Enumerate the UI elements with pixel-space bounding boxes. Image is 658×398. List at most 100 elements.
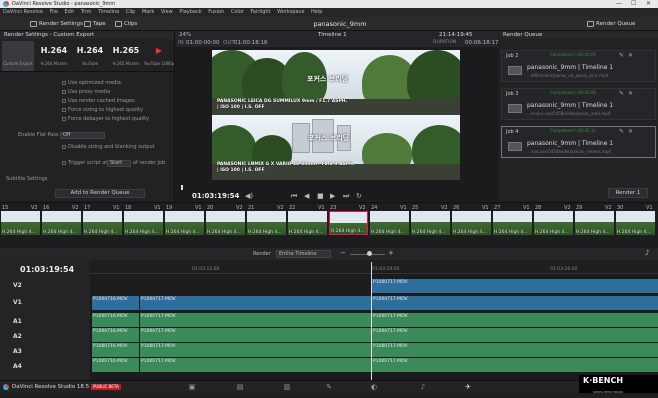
flat-pass-dropdown[interactable]: Off — [60, 132, 105, 139]
track-label-a3[interactable]: A3 — [13, 348, 22, 355]
audio-meter-icon[interactable]: ♪ — [645, 249, 649, 257]
render-job[interactable]: Job 3 Completed in 00:02:06 ✎ ✕ panasoni… — [501, 88, 656, 120]
timeline-ruler[interactable]: 01:03:12:00 01:03:19:00 01:03:26:00 — [90, 262, 658, 274]
clips-button[interactable]: Clips — [115, 19, 137, 29]
audio-clip[interactable]: P1000717.MOV — [371, 328, 658, 342]
preset-h265-master[interactable]: H.265 H.265 Master — [110, 41, 142, 71]
render-all-button[interactable]: Render 1 — [608, 188, 648, 198]
edit-job-icon[interactable]: ✎ — [619, 52, 624, 59]
render-job[interactable]: Job 4 Completed in 00:02:11 ✎ ✕ panasoni… — [501, 126, 656, 158]
preset-youtube-h264[interactable]: H.264 YouTube — [74, 41, 106, 71]
minimize-button[interactable]: — — [616, 0, 622, 8]
clip-thumbnail[interactable]: H.264 High 4... — [206, 211, 245, 235]
clip-thumbnail[interactable]: H.264 High 4... — [493, 211, 532, 235]
cut-page-icon[interactable]: ▤ — [233, 383, 247, 391]
clip-thumbnail[interactable]: H.264 High 4... — [247, 211, 286, 235]
color-page-icon[interactable]: ◐ — [367, 383, 381, 391]
menu-trim[interactable]: Trim — [81, 9, 92, 15]
menu-fairlight[interactable]: Fairlight — [250, 9, 270, 15]
track-label-a2[interactable]: A2 — [13, 333, 22, 340]
menu-color[interactable]: Color — [231, 9, 244, 15]
track-label-a4[interactable]: A4 — [13, 363, 22, 370]
close-window-button[interactable]: ✕ — [646, 0, 651, 8]
zoom-level[interactable]: 24% — [179, 32, 191, 38]
play-reverse-icon[interactable]: ◀ — [304, 192, 309, 200]
loop-icon[interactable]: ↻ — [356, 192, 362, 200]
tape-button[interactable]: Tape — [84, 19, 106, 29]
timeline-name[interactable]: Timeline 1 — [318, 32, 347, 38]
audio-clip[interactable]: P1000716.MOV — [91, 358, 139, 372]
media-page-icon[interactable]: ▣ — [185, 383, 199, 391]
remove-job-icon[interactable]: ✕ — [628, 52, 633, 59]
scrubber-handle[interactable] — [181, 185, 183, 190]
out-timecode[interactable]: 01:00:18:16 — [234, 40, 268, 46]
zoom-out-icon[interactable]: − — [340, 249, 346, 257]
remove-job-icon[interactable]: ✕ — [628, 90, 633, 97]
menu-view[interactable]: View — [161, 9, 173, 15]
audio-clip[interactable]: P1000717.MOV — [371, 343, 658, 357]
clip-thumbnail[interactable]: H.264 High 4... — [452, 211, 491, 235]
edit-page-icon[interactable]: ▥ — [280, 383, 294, 391]
menu-timeline[interactable]: Timeline — [98, 9, 119, 15]
viewer-image[interactable]: 포커스 브리딩 PANASONIC LEICA DG SUMMILUX 9mm … — [212, 50, 460, 180]
audio-clip[interactable]: P1000716.MOV — [91, 328, 139, 342]
audio-clip[interactable]: P1000716.MOV — [91, 343, 139, 357]
in-timecode[interactable]: 01:00:00:00 — [186, 40, 220, 46]
render-settings-button[interactable]: Render Settings — [30, 19, 83, 29]
subtitle-settings-section[interactable]: Subtitle Settings — [6, 176, 47, 183]
add-to-render-queue-button[interactable]: Add to Render Queue — [55, 189, 145, 198]
remove-job-icon[interactable]: ✕ — [628, 128, 633, 135]
v2-clip[interactable]: P1000717.MOV — [371, 279, 658, 293]
option-force-debayer[interactable]: Force debayer to highest quality — [62, 116, 149, 123]
timeline-timecode[interactable]: 01:03:19:54 — [20, 265, 74, 274]
clip-thumbnail[interactable]: H.264 High 4... — [165, 211, 204, 235]
option-render-cached[interactable]: Use render cached images — [62, 98, 135, 105]
viewer-current-timecode[interactable]: 01:03:19:54 — [192, 192, 239, 200]
preset-youtube[interactable]: ▶ YouTube 1080p — [143, 41, 175, 71]
menu-playback[interactable]: Playback — [179, 9, 201, 15]
menu-file[interactable]: File — [50, 9, 58, 15]
v1-clip[interactable]: P1000717.MOV — [371, 296, 658, 310]
track-label-v2[interactable]: V2 — [13, 282, 22, 289]
preset-h264-master[interactable]: H.264 H.264 Master — [38, 41, 70, 71]
jump-start-icon[interactable]: ⏮ — [291, 192, 297, 201]
v1-clip[interactable]: P1000717.MOV — [139, 296, 371, 310]
trigger-dropdown[interactable]: Start — [107, 160, 131, 167]
audio-volume-icon[interactable]: ◀) — [245, 192, 253, 200]
clip-thumbnail[interactable]: H.264 High 4... — [42, 211, 81, 235]
playhead[interactable] — [371, 262, 372, 380]
track-label-v1[interactable]: V1 — [13, 299, 22, 306]
menu-edit[interactable]: Edit — [65, 9, 75, 15]
audio-clip[interactable]: P1000717.MOV — [139, 328, 371, 342]
menu-fusion[interactable]: Fusion — [208, 9, 224, 15]
audio-clip[interactable]: P1000716.MOV — [91, 313, 139, 327]
v1-clip[interactable]: P1000716.MOV — [91, 296, 139, 310]
audio-clip[interactable]: P1000717.MOV — [139, 358, 371, 372]
clip-thumbnail[interactable]: H.264 High 4... — [329, 211, 368, 235]
audio-clip[interactable]: P1000717.MOV — [139, 313, 371, 327]
audio-clip[interactable]: P1000717.MOV — [371, 358, 658, 372]
render-queue-button[interactable]: Render Queue — [587, 19, 635, 29]
stop-icon[interactable]: ■ — [317, 192, 324, 200]
edit-job-icon[interactable]: ✎ — [619, 90, 624, 97]
audio-clip[interactable]: P1000717.MOV — [371, 313, 658, 327]
fusion-page-icon[interactable]: ✎ — [322, 383, 336, 391]
clip-thumbnail[interactable]: H.264 High 4... — [288, 211, 327, 235]
play-icon[interactable]: ▶ — [330, 192, 335, 200]
zoom-in-icon[interactable]: + — [388, 249, 394, 257]
menu-mark[interactable]: Mark — [142, 9, 154, 15]
zoom-slider-handle[interactable] — [367, 251, 372, 256]
clip-thumbnail[interactable]: H.264 High 4... — [83, 211, 122, 235]
option-optimized-media[interactable]: Use optimized media — [62, 80, 121, 87]
clip-thumbnail[interactable]: H.264 High 4... — [370, 211, 409, 235]
track-label-a1[interactable]: A1 — [13, 318, 22, 325]
fairlight-page-icon[interactable]: ♪ — [416, 383, 430, 391]
clip-thumbnail[interactable]: H.264 High 4... — [124, 211, 163, 235]
menu-workspace[interactable]: Workspace — [277, 9, 304, 15]
clip-thumbnail[interactable]: H.264 High 4... — [534, 211, 573, 235]
option-trigger-script[interactable]: Trigger script at — [62, 160, 107, 167]
clip-thumbnail[interactable]: H.264 High 4... — [411, 211, 450, 235]
menu-clip[interactable]: Clip — [126, 9, 135, 15]
menu-help[interactable]: Help — [311, 9, 322, 15]
option-proxy-media[interactable]: Use proxy media — [62, 89, 110, 96]
